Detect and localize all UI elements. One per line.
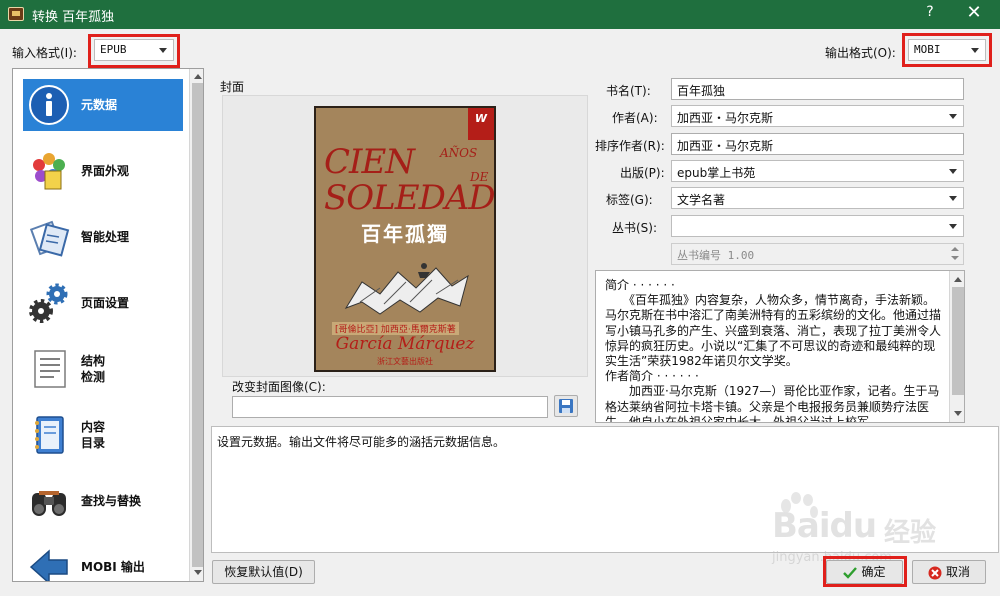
highlight-box xyxy=(902,33,992,67)
summary-content: 简介 · · · · · · 《百年孤独》内容复杂，人物众多，情节离奇，手法新颖… xyxy=(605,278,945,423)
tags-label: 标签(G): xyxy=(606,193,653,207)
summary-paragraph: 《百年孤独》内容复杂，人物众多，情节离奇，手法新颖。马尔克斯在书中溶汇了南美洲特… xyxy=(605,293,942,369)
publisher-select[interactable]: epub掌上书苑 xyxy=(671,160,964,182)
sidebar-item-label: 界面外观 xyxy=(81,164,130,178)
summary-heading: 简介 · · · · · · xyxy=(605,278,675,292)
watermark-cn: 经验 xyxy=(884,518,937,548)
output-arrow-icon xyxy=(29,549,68,581)
change-cover-label: 改变封面图像(C): xyxy=(232,380,326,394)
sidebar-item-look-and-feel[interactable]: 界面外观 xyxy=(23,145,183,197)
restore-defaults-label: 恢复默认值(D) xyxy=(224,565,303,579)
spin-down-icon[interactable] xyxy=(949,254,961,263)
author-sort-value: 加西亚・马尔克斯 xyxy=(677,139,774,153)
sidebar-item-label: MOBI 输出 xyxy=(81,560,145,574)
cancel-button[interactable]: 取消 xyxy=(912,560,986,584)
title-input[interactable]: 百年孤独 xyxy=(671,78,964,100)
sidebar-item-table-of-contents[interactable]: 内容 目录 xyxy=(23,409,183,461)
author-intro-paragraph: 加西亚·马尔克斯（1927—）哥伦比亚作家，记者。生于马格达莱纳省阿拉卡塔卡镇。… xyxy=(605,384,940,423)
cover-publisher: 浙江文藝出版社 xyxy=(377,357,433,366)
title-label: 书名(T): xyxy=(606,84,651,98)
structure-document-icon xyxy=(34,350,66,388)
author-sort-label: 排序作者(R): xyxy=(595,139,665,153)
chevron-down-icon[interactable] xyxy=(947,192,959,204)
help-description-text: 设置元数据。输出文件将尽可能多的涵括元数据信息。 xyxy=(217,435,506,449)
chevron-down-icon[interactable] xyxy=(947,165,959,177)
sidebar-item-heuristics[interactable]: 智能处理 xyxy=(23,211,183,263)
series-index-spinbox[interactable]: 丛书编号 1.00 xyxy=(671,243,964,265)
scroll-down-icon[interactable] xyxy=(953,408,963,418)
toc-notebook-icon xyxy=(35,416,64,454)
cover-section-label: 封面 xyxy=(220,80,245,94)
close-button[interactable]: ✕ xyxy=(962,2,986,26)
spin-up-icon[interactable] xyxy=(949,245,961,254)
sidebar-item-label: 元数据 xyxy=(81,98,118,112)
chevron-down-icon[interactable] xyxy=(947,110,959,122)
help-button[interactable]: ? xyxy=(920,4,940,24)
author-label: 作者(A): xyxy=(612,111,658,125)
window-title: 转换 百年孤独 xyxy=(32,10,115,25)
cancel-label: 取消 xyxy=(945,565,970,579)
sidebar-item-metadata[interactable]: 元数据 xyxy=(23,79,183,131)
publisher-label: 出版(P): xyxy=(620,166,665,180)
highlight-box xyxy=(88,34,180,68)
highlight-box xyxy=(823,556,907,587)
sidebar-item-label: 智能处理 xyxy=(81,230,130,244)
sidebar-scrollbar[interactable] xyxy=(189,69,203,581)
cover-illustration xyxy=(344,263,469,315)
page-setup-gear-icon xyxy=(29,283,68,323)
sidebar-item-search-replace[interactable]: 查找与替换 xyxy=(23,475,183,527)
sidebar-item-label: 查找与替换 xyxy=(81,494,142,508)
restore-defaults-button[interactable]: 恢复默认值(D) xyxy=(212,560,315,584)
tags-value: 文学名著 xyxy=(677,193,726,207)
series-index-value: 丛书编号 1.00 xyxy=(677,249,755,262)
sidebar-item-page-setup[interactable]: 页面设置 xyxy=(23,277,183,329)
heuristics-icon xyxy=(29,220,70,257)
cover-ribbon: W xyxy=(468,108,494,140)
sidebar-item-label: 结构 检测 xyxy=(81,354,106,384)
save-disk-icon xyxy=(559,399,573,413)
summary-scrollbar[interactable] xyxy=(949,271,964,422)
sidebar-item-structure-detection[interactable]: 结构 检测 xyxy=(23,343,183,395)
settings-sidebar: 元数据 界面外观 智能处理 页面设置 结构 检测 内容 目录 查找与替换 MOB… xyxy=(12,68,204,582)
info-icon xyxy=(29,85,69,125)
browse-cover-button[interactable] xyxy=(554,395,578,417)
cover-title-line-2: SOLEDAD xyxy=(324,178,495,218)
series-label: 丛书(S): xyxy=(612,221,658,235)
watermark-brand: Baidu xyxy=(772,506,877,546)
cover-image: W CIEN AÑOS DE SOLEDAD 百年孤獨 [哥倫比亞] 加西亞·馬… xyxy=(314,106,496,372)
cover-author: García Márquez xyxy=(335,334,475,354)
cancel-icon xyxy=(928,566,942,579)
scroll-down-icon[interactable] xyxy=(193,567,203,577)
scroll-thumb[interactable] xyxy=(192,83,203,567)
scroll-up-icon[interactable] xyxy=(953,274,963,284)
author-value: 加西亚・马尔克斯 xyxy=(677,111,774,125)
cover-title-small-1: AÑOS xyxy=(440,146,478,160)
sidebar-item-label: 内容 目录 xyxy=(81,420,106,450)
chevron-down-icon[interactable] xyxy=(947,220,959,232)
author-intro-heading: 作者简介 · · · · · · xyxy=(605,369,699,384)
cover-title-line-1: CIEN xyxy=(324,142,415,182)
series-select[interactable] xyxy=(671,215,964,237)
scroll-thumb[interactable] xyxy=(952,287,964,395)
scroll-up-icon[interactable] xyxy=(193,71,203,81)
publisher-value: epub掌上书苑 xyxy=(677,166,756,180)
sidebar-item-label: 页面设置 xyxy=(81,296,130,310)
appearance-icon xyxy=(33,153,65,190)
author-sort-input[interactable]: 加西亚・马尔克斯 xyxy=(671,133,964,155)
output-format-label: 输出格式(O): xyxy=(825,46,896,60)
sidebar-item-mobi-output[interactable]: MOBI 输出 xyxy=(23,541,183,581)
app-icon xyxy=(8,7,24,21)
cover-path-input[interactable] xyxy=(232,396,548,418)
input-format-label: 输入格式(I): xyxy=(12,46,77,60)
summary-editor[interactable]: 简介 · · · · · · 《百年孤独》内容复杂，人物众多，情节离奇，手法新颖… xyxy=(595,270,965,423)
tags-select[interactable]: 文学名著 xyxy=(671,187,964,209)
cover-chinese-title: 百年孤獨 xyxy=(361,222,449,246)
title-bar: 转换 百年孤独 ? ✕ xyxy=(0,0,1000,29)
binoculars-icon xyxy=(32,491,66,516)
title-value: 百年孤独 xyxy=(677,84,726,98)
author-select[interactable]: 加西亚・马尔克斯 xyxy=(671,105,964,127)
